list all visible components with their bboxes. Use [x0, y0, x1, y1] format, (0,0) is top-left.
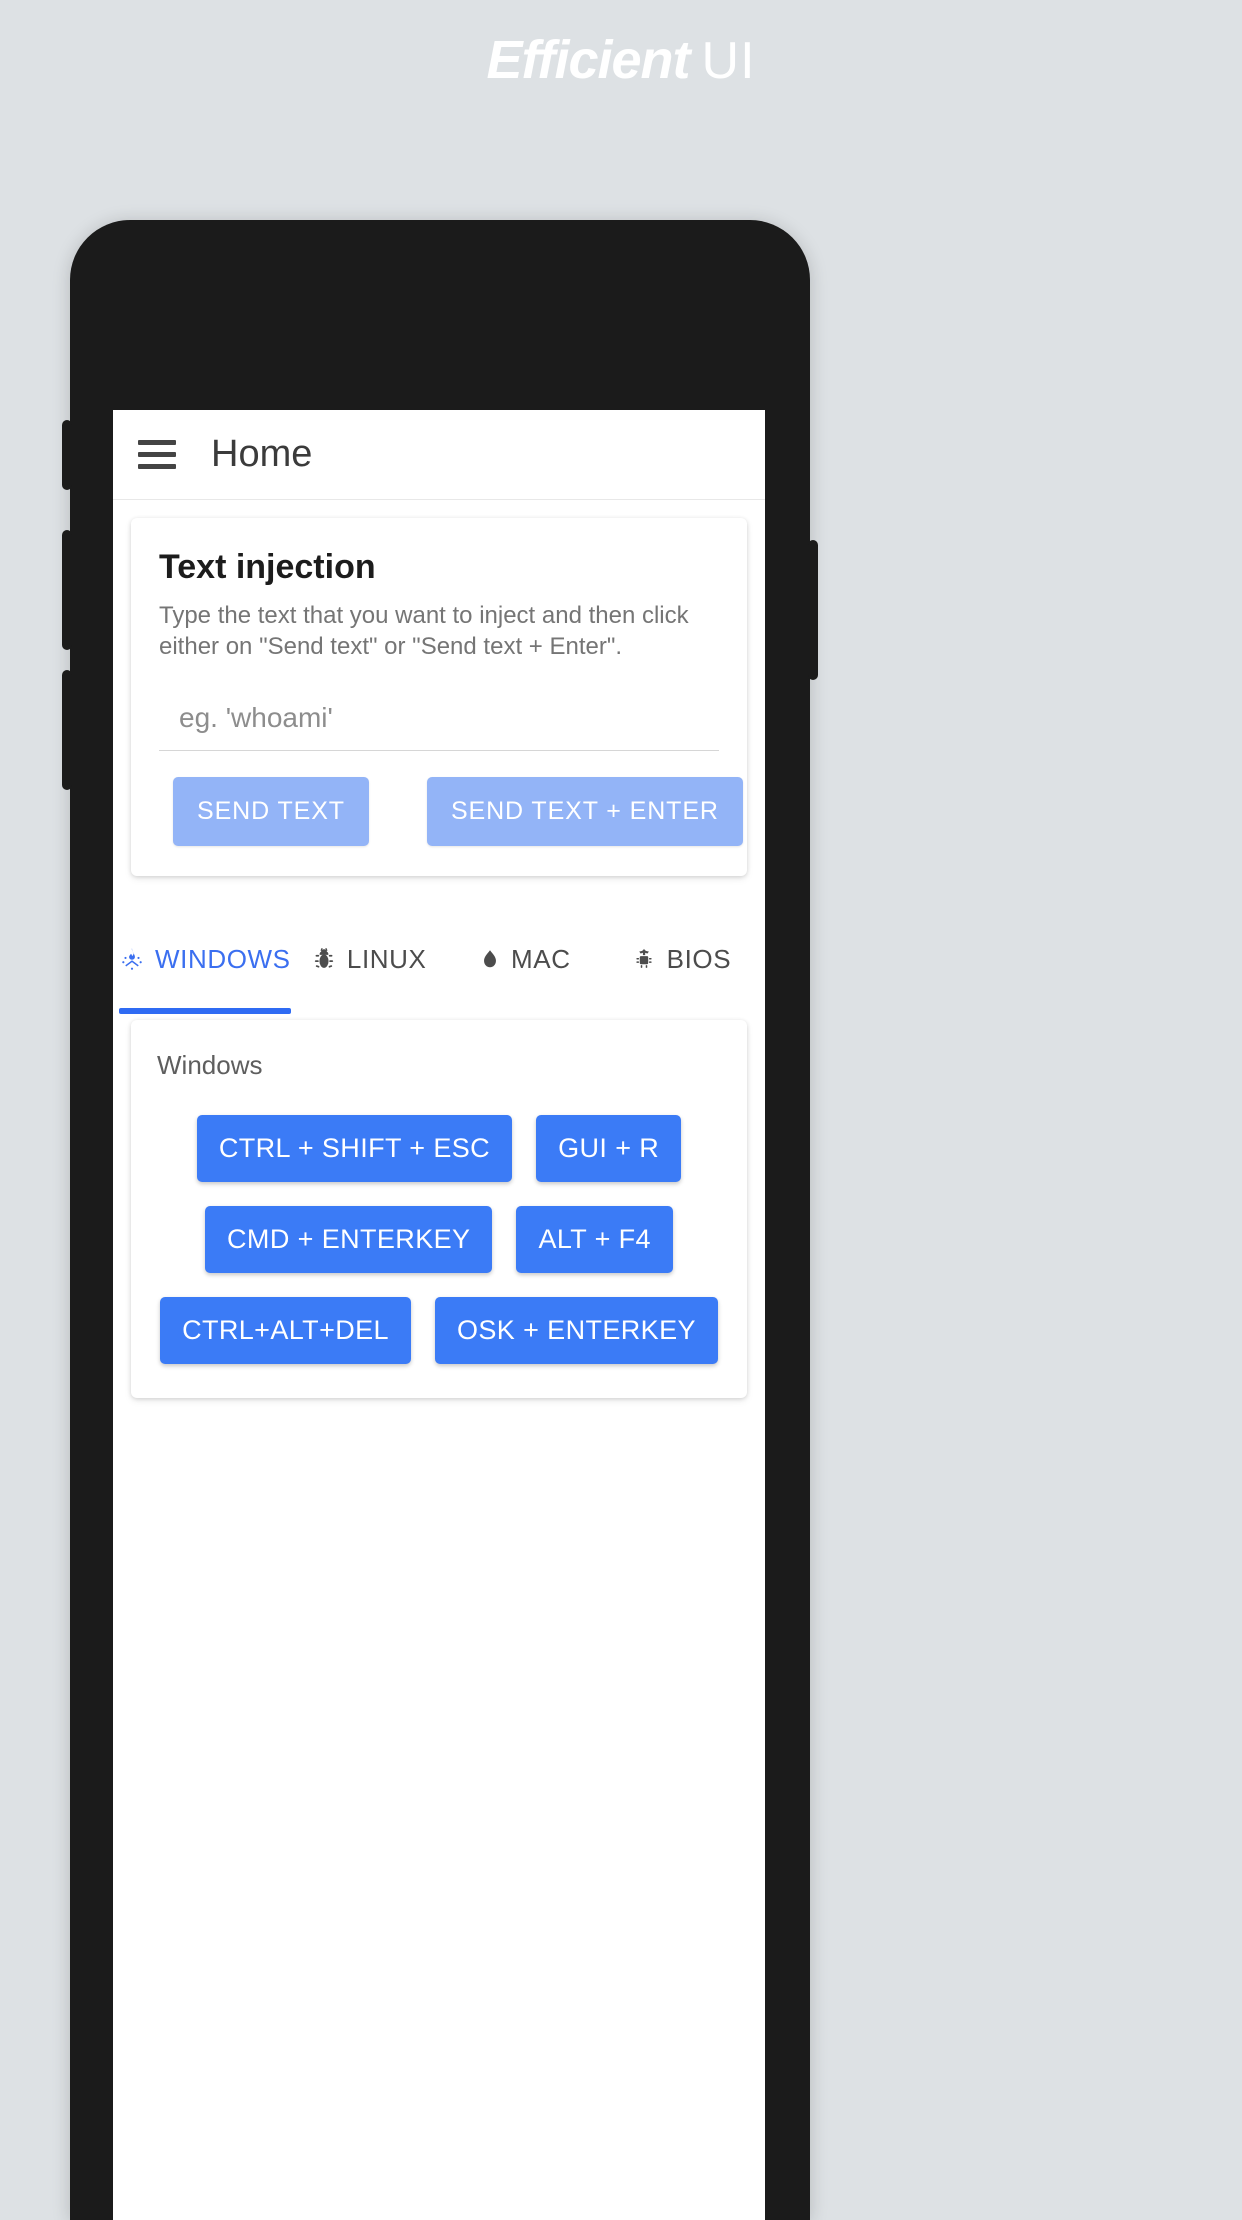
text-injection-field[interactable]: [159, 702, 719, 752]
shortcut-button[interactable]: GUI + R: [536, 1115, 682, 1183]
shortcut-row: CTRL + SHIFT + ESC GUI + R: [155, 1115, 723, 1183]
shortcut-grid: CTRL + SHIFT + ESC GUI + R CMD + ENTERKE…: [155, 1115, 723, 1365]
shortcut-button[interactable]: CTRL+ALT+DEL: [160, 1297, 411, 1365]
campfire-icon: [119, 946, 145, 972]
shortcut-row: CTRL+ALT+DEL OSK + ENTERKEY: [155, 1297, 723, 1365]
promo-title-strong: Efficient: [486, 30, 690, 90]
shortcut-button[interactable]: OSK + ENTERKEY: [434, 1297, 718, 1365]
shortcut-button[interactable]: ALT + F4: [516, 1206, 673, 1274]
tab-linux-label: LINUX: [346, 943, 427, 974]
text-injection-description: Type the text that you want to inject an…: [159, 602, 689, 660]
phone-side-button-silent: [62, 420, 72, 490]
app-bar: Home: [113, 410, 765, 500]
shortcut-button[interactable]: CMD + ENTERKEY: [205, 1206, 493, 1274]
tab-active-indicator: [119, 1008, 291, 1015]
hamburger-line: [138, 452, 176, 457]
hamburger-menu-icon[interactable]: [135, 433, 179, 477]
tab-mac[interactable]: MAC: [447, 904, 603, 1014]
hamburger-line: [138, 464, 176, 469]
tab-bios[interactable]: BIOS: [603, 904, 759, 1014]
page-title: Home: [211, 433, 313, 475]
bug-icon: [311, 946, 337, 972]
shortcut-card: Windows CTRL + SHIFT + ESC GUI + R CMD +…: [131, 1020, 747, 1399]
shortcut-row: CMD + ENTERKEY ALT + F4: [155, 1206, 723, 1274]
shortcut-button[interactable]: CTRL + SHIFT + ESC: [196, 1115, 513, 1183]
screen-body: Text injection Type the text that you wa…: [113, 518, 765, 1399]
phone-side-button-volume-down: [62, 670, 72, 790]
tab-bios-label: BIOS: [666, 943, 732, 974]
text-injection-input[interactable]: [179, 702, 719, 735]
send-text-enter-button[interactable]: SEND TEXT + ENTER: [426, 777, 743, 847]
promo-header: Efficient UI: [0, 0, 1242, 120]
text-injection-card: Text injection Type the text that you wa…: [131, 518, 747, 877]
promo-title-light: UI: [701, 32, 756, 90]
flame-icon: [479, 946, 501, 972]
tab-windows[interactable]: WINDOWS: [119, 904, 291, 1015]
phone-screen: Home Text injection Type the text that y…: [113, 410, 765, 2220]
phone-side-button-volume-up: [62, 530, 72, 650]
hamburger-line: [138, 440, 176, 445]
tab-linux[interactable]: LINUX: [291, 904, 447, 1014]
tab-windows-label: WINDOWS: [155, 943, 291, 974]
text-injection-title: Text injection: [159, 548, 376, 586]
os-tab-bar: WINDOWS LINUX MAC BIOS: [113, 904, 765, 1015]
tab-mac-label: MAC: [511, 943, 571, 974]
text-injection-actions: SEND TEXT SEND TEXT + ENTER: [159, 777, 743, 847]
chip-icon: [631, 946, 657, 972]
phone-side-button-power: [808, 540, 818, 680]
promo-title: Efficient UI: [486, 29, 755, 91]
shortcut-card-title: Windows: [157, 1050, 263, 1081]
phone-frame: Home Text injection Type the text that y…: [62, 220, 818, 2220]
send-text-button[interactable]: SEND TEXT: [173, 777, 369, 847]
